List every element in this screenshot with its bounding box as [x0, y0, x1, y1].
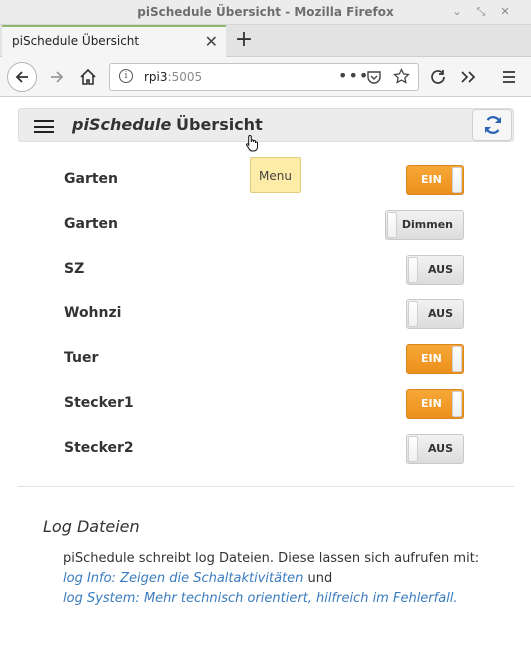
url-host: rpi3: [144, 70, 168, 84]
device-row: Wohnzi AUS: [0, 299, 531, 345]
new-tab-icon[interactable]: +: [234, 27, 254, 55]
device-label: Stecker2: [64, 440, 134, 456]
tab-active[interactable]: piSchedule Übersicht ✕: [2, 25, 226, 57]
tab-close-icon[interactable]: ✕: [205, 32, 218, 51]
toggle-knob: [452, 391, 462, 417]
nav-toolbar: i rpi3:5005 •••: [0, 57, 531, 97]
pocket-icon[interactable]: [366, 67, 382, 89]
app-header: piSchedule Übersicht: [18, 108, 514, 142]
page-title: Übersicht: [176, 115, 263, 134]
refresh-icon: [484, 116, 502, 134]
app-menu-icon[interactable]: [494, 62, 524, 92]
log-section-title: Log Dateien: [43, 517, 140, 536]
log-description: piSchedule schreibt log Dateien. Diese l…: [63, 549, 479, 609]
brand-title: piSchedule: [72, 115, 172, 134]
toggle-state: AUS: [427, 442, 453, 455]
device-row: Garten Dimmen: [0, 210, 531, 256]
device-toggle[interactable]: EIN: [406, 165, 464, 195]
device-label: Garten: [64, 216, 118, 232]
device-label: SZ: [64, 261, 85, 277]
window-titlebar: piSchedule Übersicht - Mozilla Firefox ⌄…: [0, 0, 531, 25]
toggle-knob: [452, 346, 462, 372]
reload-icon[interactable]: [423, 62, 453, 92]
device-label: Garten: [64, 171, 118, 187]
toggle-state: EIN: [421, 352, 442, 365]
minimize-icon[interactable]: ⌄: [449, 4, 465, 20]
log-info-link[interactable]: log Info: Zeigen die Schaltaktivitäten: [63, 571, 303, 586]
hamburger-menu-icon[interactable]: [34, 120, 54, 133]
restore-icon[interactable]: ⤡: [473, 4, 489, 20]
forward-icon[interactable]: [42, 62, 72, 92]
device-row: Stecker2 AUS: [0, 434, 531, 480]
toggle-knob: [387, 212, 397, 238]
log-and-text: und: [303, 571, 333, 586]
device-row: SZ AUS: [0, 255, 531, 301]
toggle-state: AUS: [427, 263, 453, 276]
site-info-icon[interactable]: i: [119, 69, 133, 83]
log-system-link[interactable]: log System: Mehr technisch orientiert, h…: [63, 591, 458, 606]
tab-label: piSchedule Übersicht: [12, 34, 140, 48]
section-divider: [18, 486, 514, 487]
toggle-state: EIN: [421, 173, 442, 186]
device-label: Stecker1: [64, 395, 134, 411]
url-text: rpi3:5005: [144, 70, 202, 84]
toggle-state: Dimmen: [401, 218, 453, 231]
toggle-knob: [408, 257, 418, 283]
device-toggle[interactable]: Dimmen: [385, 210, 464, 240]
bookmark-star-icon[interactable]: [393, 67, 410, 89]
hand-cursor-icon: [245, 134, 261, 156]
overflow-menu-icon[interactable]: [454, 62, 484, 92]
toggle-state: EIN: [421, 397, 442, 410]
home-icon[interactable]: [73, 62, 103, 92]
toggle-state: AUS: [427, 307, 453, 320]
tab-strip: piSchedule Übersicht ✕ +: [0, 25, 531, 57]
device-row: Stecker1 EIN: [0, 389, 531, 435]
back-icon[interactable]: [7, 62, 37, 92]
page-actions-icon[interactable]: •••: [338, 66, 369, 85]
url-port: :5005: [167, 70, 203, 84]
close-window-icon[interactable]: ✕: [497, 4, 513, 20]
device-toggle[interactable]: EIN: [406, 344, 464, 374]
device-toggle[interactable]: AUS: [406, 299, 464, 329]
log-intro: piSchedule schreibt log Dateien. Diese l…: [63, 551, 480, 566]
device-label: Wohnzi: [64, 305, 122, 321]
toggle-knob: [408, 436, 418, 462]
device-label: Tuer: [64, 350, 99, 366]
refresh-button[interactable]: [472, 109, 512, 141]
device-row: Tuer EIN: [0, 344, 531, 390]
url-bar[interactable]: i rpi3:5005 •••: [109, 63, 419, 91]
device-toggle[interactable]: AUS: [406, 434, 464, 464]
menu-tooltip: Menu: [250, 157, 301, 193]
device-toggle[interactable]: EIN: [406, 389, 464, 419]
device-toggle[interactable]: AUS: [406, 255, 464, 285]
toggle-knob: [452, 167, 462, 193]
toggle-knob: [408, 301, 418, 327]
